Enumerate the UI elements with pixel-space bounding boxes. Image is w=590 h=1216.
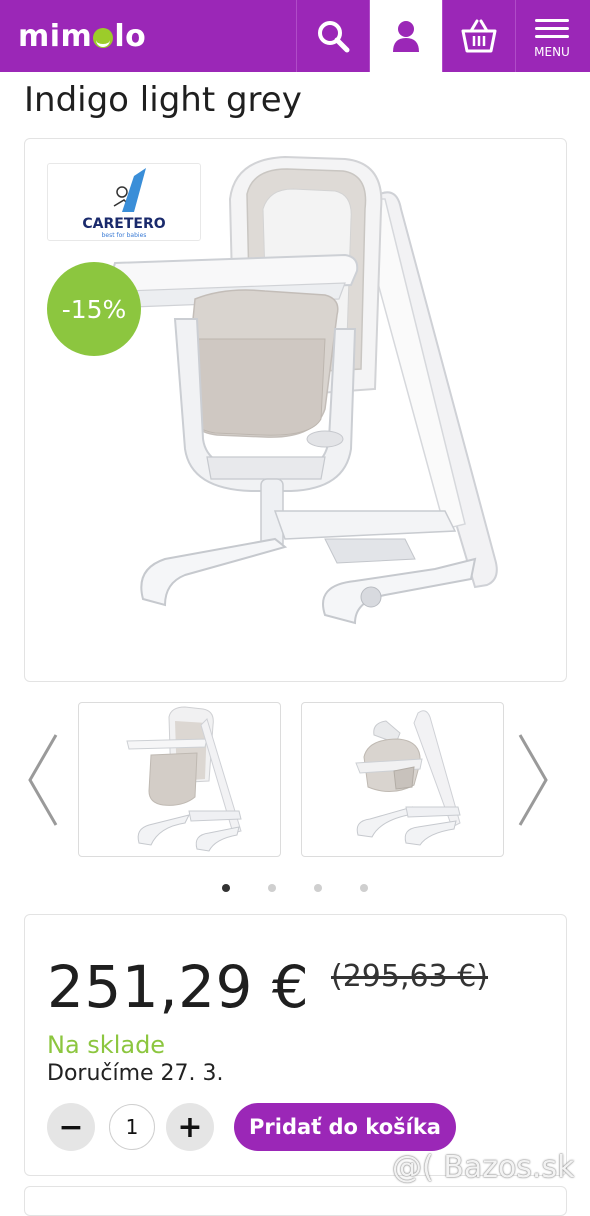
product-main-image[interactable]: CARETERO best for babies -15% <box>24 138 567 682</box>
product-title: Indigo light grey <box>24 80 302 120</box>
carousel-prev-arrow[interactable] <box>26 733 60 827</box>
gallery-dot-3[interactable] <box>314 884 322 892</box>
quantity-decrease-button[interactable]: − <box>47 1103 95 1151</box>
discount-badge: -15% <box>47 262 141 356</box>
purchase-panel: 251,29 € (295,63 €) Na sklade Doručíme 2… <box>24 914 567 1176</box>
menu-button[interactable]: MENU <box>515 0 588 72</box>
gallery-dot-4[interactable] <box>360 884 368 892</box>
add-to-cart-button[interactable]: Pridať do košíka <box>234 1103 456 1151</box>
quantity-increase-button[interactable]: + <box>166 1103 214 1151</box>
current-price: 251,29 € <box>47 953 310 1021</box>
brand-badge: CARETERO best for babies <box>47 163 201 241</box>
logo-text: mim lo <box>18 18 147 54</box>
brand-name: CARETERO <box>82 216 166 232</box>
brand-tagline: best for babies <box>101 232 147 239</box>
menu-label: MENU <box>534 44 570 59</box>
hamburger-icon <box>535 14 569 43</box>
stock-status: Na sklade <box>47 1031 166 1059</box>
bazos-watermark: @( Bazos.sk <box>392 1150 575 1185</box>
swing-thumbnail-icon <box>355 710 461 846</box>
quantity-input[interactable] <box>109 1104 155 1150</box>
site-header: mim lo MENU <box>0 0 590 72</box>
gallery-dot-2[interactable] <box>268 884 276 892</box>
thumbnail-1[interactable] <box>78 702 281 857</box>
site-logo[interactable]: mim lo <box>0 0 296 72</box>
delivery-date: Doručíme 27. 3. <box>47 1061 224 1086</box>
highchair-thumbnail-icon <box>126 706 242 852</box>
cart-button[interactable] <box>442 0 515 72</box>
next-section-panel <box>24 1186 567 1216</box>
search-button[interactable] <box>296 0 369 72</box>
basket-icon <box>461 19 497 53</box>
smile-icon <box>93 27 114 48</box>
gallery-dot-1[interactable] <box>222 884 230 892</box>
thumbnail-2[interactable] <box>301 702 504 857</box>
brand-logo-icon <box>113 168 146 212</box>
gallery-dots <box>0 884 590 894</box>
user-icon <box>393 21 419 52</box>
carousel-next-arrow[interactable] <box>516 733 550 827</box>
account-button[interactable] <box>369 0 442 72</box>
old-price: (295,63 €) <box>331 959 489 994</box>
search-icon <box>318 21 350 53</box>
